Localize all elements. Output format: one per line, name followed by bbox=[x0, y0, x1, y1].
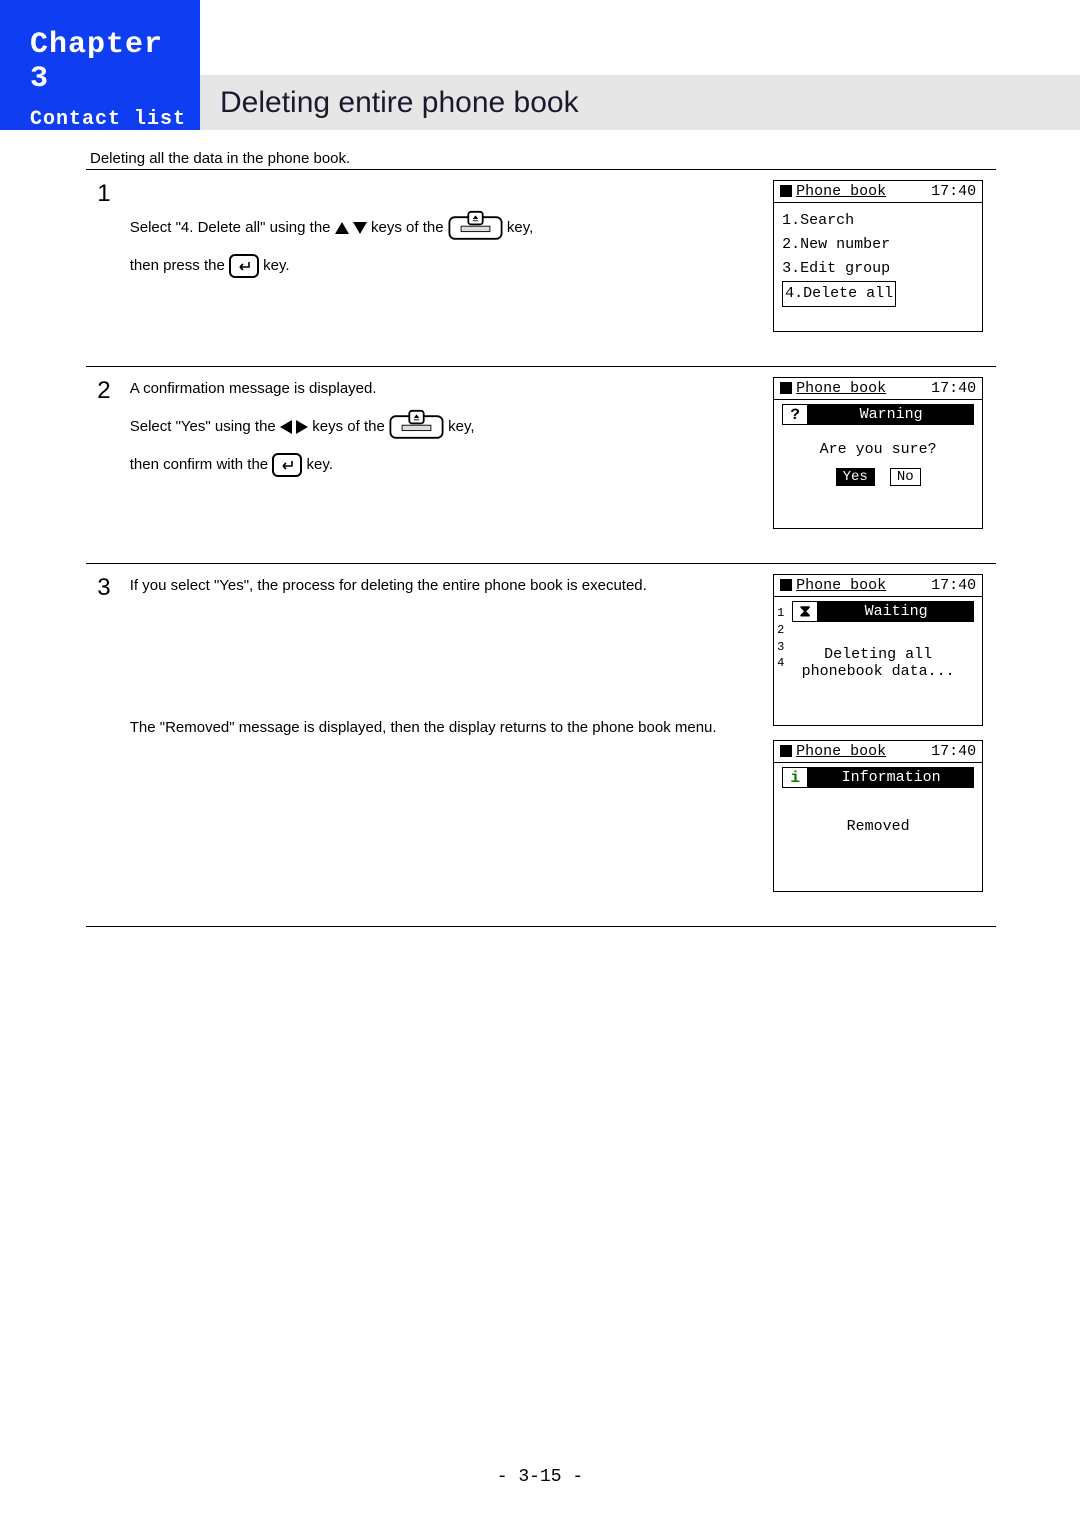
lcd-time: 17:40 bbox=[931, 183, 976, 200]
navigation-key-icon bbox=[389, 409, 444, 445]
enter-key-icon bbox=[272, 453, 302, 477]
sidebar-header: Chapter 3 Contact list bbox=[0, 0, 200, 130]
square-icon bbox=[780, 382, 792, 394]
step-text: key, bbox=[507, 219, 533, 236]
lcd-title: Phone book bbox=[796, 577, 886, 594]
step-text: key, bbox=[448, 418, 474, 435]
step-text: key. bbox=[263, 257, 289, 274]
content: Deleting all the data in the phone book.… bbox=[86, 150, 996, 927]
no-button: No bbox=[890, 468, 921, 486]
banner-label: Information bbox=[808, 767, 974, 788]
step-text: then confirm with the bbox=[130, 456, 273, 473]
step-screens: Phone book 17:40 1.Search 2.New number 3.… bbox=[765, 170, 996, 367]
step-screens: Phone book17:40 ? Warning Are you sure? … bbox=[765, 367, 996, 564]
lcd-title: Phone book bbox=[796, 183, 886, 200]
down-arrow-icon bbox=[353, 222, 367, 234]
square-icon bbox=[780, 579, 792, 591]
lcd-message: Are you sure? bbox=[774, 431, 982, 464]
left-arrow-icon bbox=[280, 420, 292, 434]
lcd-message: phonebook data... bbox=[782, 663, 974, 680]
banner-label: Waiting bbox=[818, 601, 974, 622]
square-icon bbox=[780, 185, 792, 197]
step-number: 2 bbox=[86, 367, 122, 564]
lcd-screen-warning: Phone book17:40 ? Warning Are you sure? … bbox=[773, 377, 983, 529]
step-text: keys of the bbox=[371, 219, 448, 236]
step-text: A confirmation message is displayed. bbox=[130, 377, 757, 401]
menu-item: 3.Edit group bbox=[782, 257, 974, 281]
hourglass-icon: ⧗ bbox=[792, 601, 818, 622]
page-number: - 3-15 - bbox=[0, 1467, 1080, 1487]
step-body: A confirmation message is displayed. Sel… bbox=[122, 367, 765, 564]
step-number: 3 bbox=[86, 564, 122, 927]
step-text: Select "Yes" using the bbox=[130, 418, 280, 435]
up-arrow-icon bbox=[335, 222, 349, 234]
step-body: If you select "Yes", the process for del… bbox=[122, 564, 765, 927]
lcd-screen-waiting: Phone book17:40 1234 ⧗ Waiting Deleting … bbox=[773, 574, 983, 726]
square-icon bbox=[780, 745, 792, 757]
step-text: key. bbox=[306, 456, 332, 473]
lcd-title: Phone book bbox=[796, 743, 886, 760]
question-icon: ? bbox=[782, 404, 808, 425]
intro-text: Deleting all the data in the phone book. bbox=[86, 150, 996, 167]
step-text: If you select "Yes", the process for del… bbox=[130, 574, 757, 598]
lcd-time: 17:40 bbox=[931, 380, 976, 397]
banner-label: Warning bbox=[808, 404, 974, 425]
yes-button: Yes bbox=[836, 468, 875, 486]
step-body: Select "4. Delete all" using the keys of… bbox=[122, 170, 765, 367]
menu-item: 2.New number bbox=[782, 233, 974, 257]
lcd-message: Removed bbox=[774, 794, 982, 841]
info-icon: i bbox=[782, 767, 808, 788]
chapter-label: Chapter 3 bbox=[30, 28, 200, 96]
lcd-time: 17:40 bbox=[931, 743, 976, 760]
lcd-message: Deleting all bbox=[782, 646, 974, 663]
menu-item-selected: 4.Delete all bbox=[782, 281, 896, 307]
navigation-key-icon bbox=[448, 210, 503, 246]
lcd-screen-information: Phone book 17:40 i Information Removed bbox=[773, 740, 983, 892]
step-screens: Phone book17:40 1234 ⧗ Waiting Deleting … bbox=[765, 564, 996, 927]
lcd-screen-menu: Phone book 17:40 1.Search 2.New number 3.… bbox=[773, 180, 983, 332]
page-title: Deleting entire phone book bbox=[200, 75, 1080, 130]
step-text: The "Removed" message is displayed, then… bbox=[130, 716, 757, 740]
menu-item: 1.Search bbox=[782, 209, 974, 233]
enter-key-icon bbox=[229, 254, 259, 278]
lcd-time: 17:40 bbox=[931, 577, 976, 594]
chapter-section: Contact list bbox=[30, 108, 200, 131]
steps-table: 1 Select "4. Delete all" using the keys … bbox=[86, 169, 996, 927]
step-text: keys of the bbox=[312, 418, 389, 435]
step-text: then press the bbox=[130, 257, 229, 274]
step-number: 1 bbox=[86, 170, 122, 367]
lcd-title: Phone book bbox=[796, 380, 886, 397]
step-text: Select "4. Delete all" using the bbox=[130, 219, 335, 236]
right-arrow-icon bbox=[296, 420, 308, 434]
